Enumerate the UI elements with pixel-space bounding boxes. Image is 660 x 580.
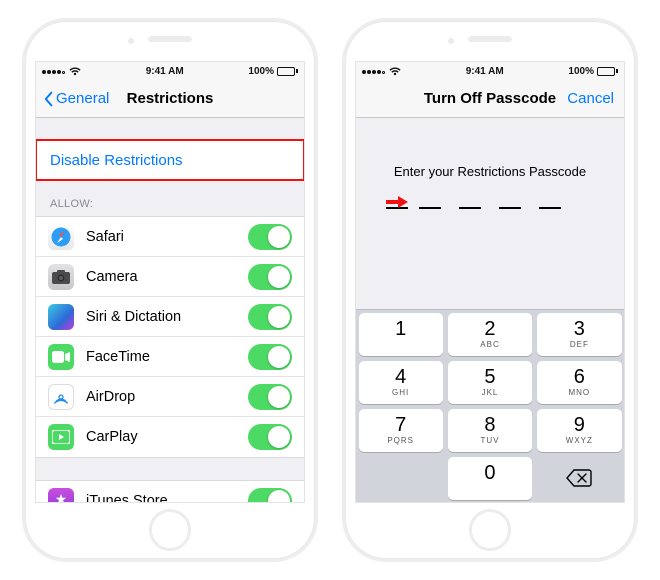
allow-list: Safari Camera Siri & Dictation (36, 216, 304, 458)
key-5[interactable]: 5JKL (448, 361, 532, 404)
allow-list-2: ★ iTunes Store Apple Music Connect (36, 480, 304, 502)
row-airdrop: AirDrop (36, 377, 304, 417)
row-label: CarPlay (86, 429, 248, 445)
screen-restrictions: 9:41 AM 100% General Restrictions Disabl… (35, 61, 305, 503)
key-1[interactable]: 1 (359, 313, 443, 356)
cancel-button[interactable]: Cancel (567, 90, 614, 107)
battery-icon (277, 67, 298, 76)
status-time: 9:41 AM (146, 66, 184, 77)
battery-icon (597, 67, 618, 76)
page-title: Turn Off Passcode (424, 90, 556, 107)
home-button[interactable] (469, 509, 511, 551)
passcode-fields (356, 195, 624, 209)
status-bar: 9:41 AM 100% (356, 62, 624, 80)
key-0[interactable]: 0 (448, 457, 532, 500)
siri-icon (48, 304, 74, 330)
phone-speaker (468, 36, 512, 42)
passcode-area: Enter your Restrictions Passcode (356, 118, 624, 209)
backspace-icon (566, 469, 592, 487)
toggle-safari[interactable] (248, 224, 292, 250)
signal-icon (362, 66, 386, 77)
status-bar: 9:41 AM 100% (36, 62, 304, 80)
back-button[interactable]: General (43, 90, 109, 107)
camera-icon (48, 264, 74, 290)
carplay-icon (48, 424, 74, 450)
row-label: Siri & Dictation (86, 309, 248, 325)
phone-left: 9:41 AM 100% General Restrictions Disabl… (22, 18, 318, 562)
row-facetime: FaceTime (36, 337, 304, 377)
phone-camera (448, 38, 454, 44)
row-carplay: CarPlay (36, 417, 304, 457)
row-label: AirDrop (86, 389, 248, 405)
screen-passcode: 9:41 AM 100% Turn Off Passcode Cancel En… (355, 61, 625, 503)
key-7[interactable]: 7PQRS (359, 409, 443, 452)
chevron-left-icon (43, 91, 55, 107)
row-label: Safari (86, 229, 248, 245)
key-2[interactable]: 2ABC (448, 313, 532, 356)
page-title: Restrictions (127, 90, 214, 107)
passcode-digit[interactable] (499, 195, 521, 209)
disable-restrictions-label: Disable Restrictions (50, 152, 183, 169)
home-button[interactable] (149, 509, 191, 551)
passcode-prompt: Enter your Restrictions Passcode (356, 164, 624, 179)
content: Enter your Restrictions Passcode 1 2ABC … (356, 118, 624, 502)
toggle-facetime[interactable] (248, 344, 292, 370)
passcode-digit[interactable] (419, 195, 441, 209)
passcode-digit[interactable] (459, 195, 481, 209)
key-3[interactable]: 3DEF (537, 313, 621, 356)
row-camera: Camera (36, 257, 304, 297)
toggle-airdrop[interactable] (248, 384, 292, 410)
arrow-icon (386, 195, 408, 209)
phone-camera (128, 38, 134, 44)
safari-icon (48, 224, 74, 250)
row-label: Camera (86, 269, 248, 285)
battery-percent: 100% (248, 66, 274, 77)
toggle-carplay[interactable] (248, 424, 292, 450)
toggle-siri[interactable] (248, 304, 292, 330)
signal-icon (42, 66, 66, 77)
row-label: FaceTime (86, 349, 248, 365)
key-8[interactable]: 8TUV (448, 409, 532, 452)
nav-bar: General Restrictions (36, 80, 304, 118)
toggle-itunes[interactable] (248, 488, 292, 503)
nav-bar: Turn Off Passcode Cancel (356, 80, 624, 118)
itunes-icon: ★ (48, 488, 74, 503)
key-9[interactable]: 9WXYZ (537, 409, 621, 452)
allow-header: ALLOW: (36, 180, 304, 216)
row-siri: Siri & Dictation (36, 297, 304, 337)
passcode-digit[interactable] (539, 195, 561, 209)
row-itunes: ★ iTunes Store (36, 481, 304, 502)
key-6[interactable]: 6MNO (537, 361, 621, 404)
status-time: 9:41 AM (466, 66, 504, 77)
key-4[interactable]: 4GHI (359, 361, 443, 404)
row-label: iTunes Store (86, 493, 248, 503)
phone-speaker (148, 36, 192, 42)
battery-percent: 100% (568, 66, 594, 77)
wifi-icon (69, 67, 81, 76)
keypad: 1 2ABC 3DEF 4GHI 5JKL 6MNO 7PQRS 8TUV 9W… (356, 309, 624, 502)
row-safari: Safari (36, 217, 304, 257)
phone-right: 9:41 AM 100% Turn Off Passcode Cancel En… (342, 18, 638, 562)
content: Disable Restrictions ALLOW: Safari Camer… (36, 118, 304, 502)
key-delete[interactable] (537, 457, 621, 500)
wifi-icon (389, 67, 401, 76)
facetime-icon (48, 344, 74, 370)
toggle-camera[interactable] (248, 264, 292, 290)
key-blank (359, 457, 443, 500)
disable-restrictions-button[interactable]: Disable Restrictions (36, 140, 304, 180)
airdrop-icon (48, 384, 74, 410)
back-label: General (56, 90, 109, 107)
